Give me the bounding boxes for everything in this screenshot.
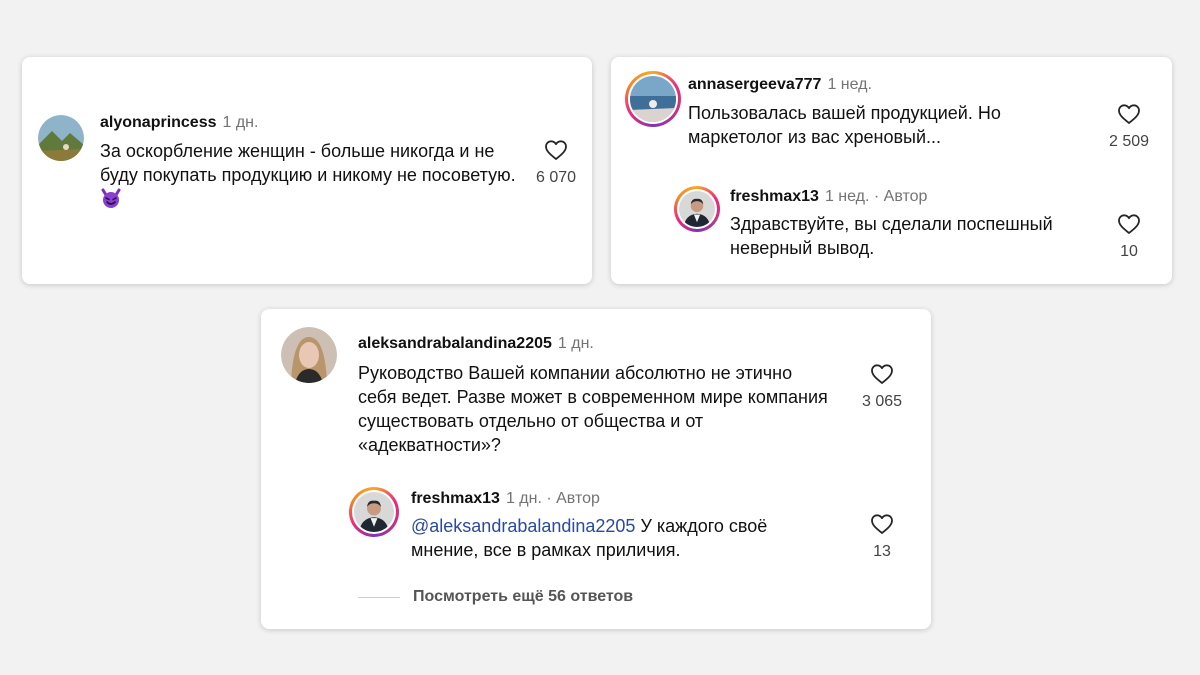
like-control: 10 <box>1089 213 1169 261</box>
comment-time: 1 нед. <box>827 76 872 93</box>
heart-icon[interactable] <box>544 139 568 161</box>
comment-card-2: annasergeeva777 1 нед. Пользовалась вашей… <box>611 57 1172 284</box>
comment-card-3: aleksandrabalandina2205 1 дн. Руководство… <box>261 309 931 629</box>
like-count: 3 065 <box>861 393 903 410</box>
username[interactable]: annasergeeva777 <box>688 76 821 93</box>
comment-time: 1 дн. <box>222 114 259 131</box>
comment-text: За оскорбление женщин - больше никогда и… <box>100 139 520 211</box>
avatar-sea-image <box>630 76 676 122</box>
avatar-man-image <box>679 191 715 227</box>
reply-time-author: 1 нед. · Автор <box>824 188 928 205</box>
like-count: 2 509 <box>1108 133 1150 150</box>
divider-line <box>358 597 400 598</box>
heart-icon[interactable] <box>1117 213 1141 235</box>
reply-text: @aleksandrabalandina2205 У каждого своё … <box>411 514 831 562</box>
heart-icon[interactable] <box>870 363 894 385</box>
avatar-landscape-image <box>38 115 84 161</box>
like-control: 6 070 <box>516 139 596 187</box>
avatar-alyonaprincess[interactable] <box>38 115 84 161</box>
avatar-freshmax13[interactable] <box>674 186 720 232</box>
comment-text: Пользовалась вашей продукцией. Но маркет… <box>688 103 1001 147</box>
username[interactable]: freshmax13 <box>730 188 819 205</box>
reply-time-author: 1 дн. · Автор <box>505 490 600 507</box>
comment-header: aleksandrabalandina2205 1 дн. <box>358 335 594 353</box>
avatar-man-image <box>354 492 394 532</box>
mention-link[interactable]: @aleksandrabalandina2205 <box>411 516 635 536</box>
avatar-woman-image <box>281 327 337 383</box>
heart-icon[interactable] <box>1117 103 1141 125</box>
username[interactable]: freshmax13 <box>411 490 500 507</box>
like-control: 2 509 <box>1089 103 1169 151</box>
like-control: 3 065 <box>842 363 922 411</box>
reply-header: freshmax13 1 дн. · Автор <box>411 490 600 508</box>
reply-text: Здравствуйте, вы сделали поспешный невер… <box>730 214 1053 258</box>
like-count: 10 <box>1120 243 1138 260</box>
like-count: 13 <box>873 543 891 560</box>
avatar-aleksandrabalandina2205[interactable] <box>281 327 337 383</box>
comment-text: Руководство Вашей компании абсолютно не … <box>358 363 828 455</box>
comment-text-content: За оскорбление женщин - больше никогда и… <box>100 141 516 185</box>
username[interactable]: aleksandrabalandina2205 <box>358 335 552 352</box>
avatar-freshmax13[interactable] <box>349 487 399 537</box>
comment-header: annasergeeva777 1 нед. <box>688 76 872 94</box>
avatar-annasergeeva777[interactable] <box>625 71 681 127</box>
smiling-imp-emoji-icon <box>101 188 121 208</box>
heart-icon[interactable] <box>870 513 894 535</box>
comment-header: alyonaprincess 1 дн. <box>100 114 258 132</box>
comment-card-1: alyonaprincess 1 дн. За оскорбление женщи… <box>22 57 592 284</box>
view-more-replies-button[interactable]: Посмотреть ещё 56 ответов <box>413 588 633 606</box>
like-count: 6 070 <box>535 169 577 186</box>
like-control: 13 <box>842 513 922 561</box>
reply-header: freshmax13 1 нед. · Автор <box>730 188 927 206</box>
username[interactable]: alyonaprincess <box>100 114 217 131</box>
comment-time: 1 дн. <box>557 335 594 352</box>
